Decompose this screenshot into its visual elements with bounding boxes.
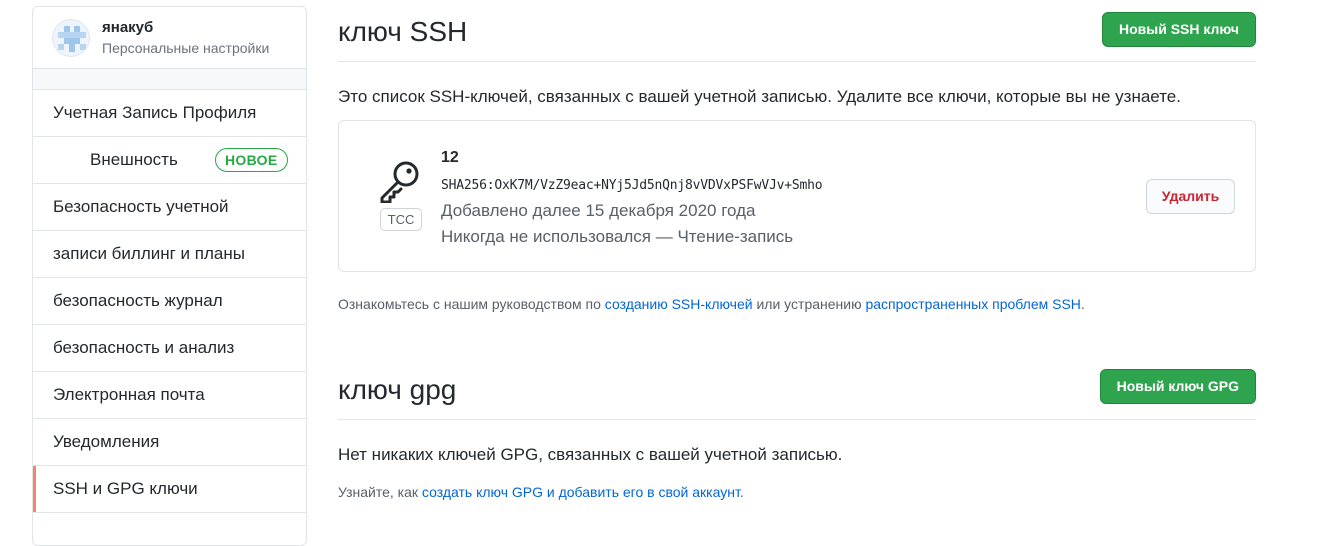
sidebar-item-security-analysis[interactable]: безопасность и анализ bbox=[33, 325, 306, 372]
profile-subtitle: Персональные настройки bbox=[102, 39, 270, 56]
sidebar-item-label: Безопасность учетной bbox=[53, 197, 229, 216]
sidebar-item-label: SSH и GPG ключи bbox=[53, 479, 198, 498]
gpg-guide-note: Узнайте, как создать ключ GPG и добавить… bbox=[338, 483, 744, 501]
delete-ssh-key-button[interactable]: Удалить bbox=[1146, 179, 1235, 214]
ssh-key-item: ТСС 12 SHA256:OxK7M/VzZ9eac+NYj5Jd5nQnj8… bbox=[338, 120, 1256, 272]
sidebar-item-emails[interactable]: Электронная почта bbox=[33, 372, 306, 419]
ssh-key-fingerprint: SHA256:OxK7M/VzZ9eac+NYj5Jd5nQnj8vVDVxPS… bbox=[441, 178, 823, 193]
ssh-section-title: ключ SSH bbox=[338, 16, 468, 47]
gpg-section-header: ключ gpg Новый ключ GPG bbox=[338, 368, 1256, 420]
ssh-troubleshooting-link[interactable]: распространенных проблем SSH bbox=[865, 296, 1080, 312]
sidebar-item-account[interactable]: Учетная Запись Профиля bbox=[33, 90, 306, 137]
ssh-guide-prefix: Ознакомьтесь с нашим руководством по bbox=[338, 296, 605, 312]
sidebar-item-label: Уведомления bbox=[53, 432, 160, 451]
sidebar-item-label: Внешность bbox=[90, 150, 178, 169]
gpg-guide-prefix: Узнайте, как bbox=[338, 484, 422, 500]
sidebar-item-label: безопасность и анализ bbox=[53, 338, 235, 357]
sidebar-item-appearance[interactable]: Внешность НОВОЕ bbox=[33, 137, 306, 184]
new-badge: НОВОЕ bbox=[215, 148, 288, 172]
gpg-section-title: ключ gpg bbox=[338, 374, 457, 405]
ssh-key-added-date: Добавлено далее 15 декабря 2020 года bbox=[441, 201, 756, 220]
ssh-section-header: ключ SSH Новый SSH ключ bbox=[338, 10, 1256, 62]
sidebar-item-notifications[interactable]: Уведомления bbox=[33, 419, 306, 466]
profile-username[interactable]: янакуб bbox=[102, 19, 269, 37]
sidebar-divider bbox=[33, 68, 306, 90]
sidebar-item-label: Электронная почта bbox=[53, 385, 205, 404]
ssh-guide-note: Ознакомьтесь с нашим руководством по соз… bbox=[338, 295, 1085, 313]
sidebar-item-label: безопасность журнал bbox=[53, 291, 223, 310]
new-ssh-key-button[interactable]: Новый SSH ключ bbox=[1101, 12, 1256, 47]
ssh-key-usage: Никогда не использовался — Чтение-запись bbox=[441, 227, 794, 246]
sidebar-item-security-log[interactable]: безопасность журнал bbox=[33, 278, 306, 325]
gpg-guide-suffix: . bbox=[739, 484, 744, 500]
sidebar-item-billing[interactable]: записи биллинг и планы bbox=[33, 231, 306, 278]
sidebar-item-ssh-gpg-keys[interactable]: SSH и GPG ключи bbox=[33, 466, 306, 513]
ssh-guide-suffix: . bbox=[1080, 296, 1085, 312]
generate-ssh-key-link[interactable]: созданию SSH-ключей bbox=[605, 296, 753, 312]
ssh-guide-middle: или устранению bbox=[752, 296, 866, 312]
gpg-description: Нет никаких ключей GPG, связанных с ваше… bbox=[338, 445, 843, 464]
ssh-key-title: 12 bbox=[441, 149, 459, 166]
key-icon bbox=[377, 159, 423, 208]
new-gpg-key-button[interactable]: Новый ключ GPG bbox=[1099, 369, 1256, 404]
profile-header[interactable]: янакуб Персональные настройки bbox=[33, 7, 306, 68]
sidebar-item-label: записи биллинг и планы bbox=[53, 244, 245, 263]
settings-sidebar: янакуб Персональные настройки Учетная За… bbox=[32, 6, 307, 546]
generate-gpg-key-link[interactable]: создать ключ GPG и добавить его в свой а… bbox=[422, 484, 740, 500]
sidebar-item-label: Учетная Запись Профиля bbox=[53, 103, 257, 122]
ssh-key-type-badge: ТСС bbox=[380, 208, 422, 231]
ssh-description: Это список SSH-ключей, связанных с вашей… bbox=[338, 87, 1181, 106]
sidebar-item-security[interactable]: Безопасность учетной bbox=[33, 184, 306, 231]
avatar[interactable] bbox=[52, 18, 90, 57]
